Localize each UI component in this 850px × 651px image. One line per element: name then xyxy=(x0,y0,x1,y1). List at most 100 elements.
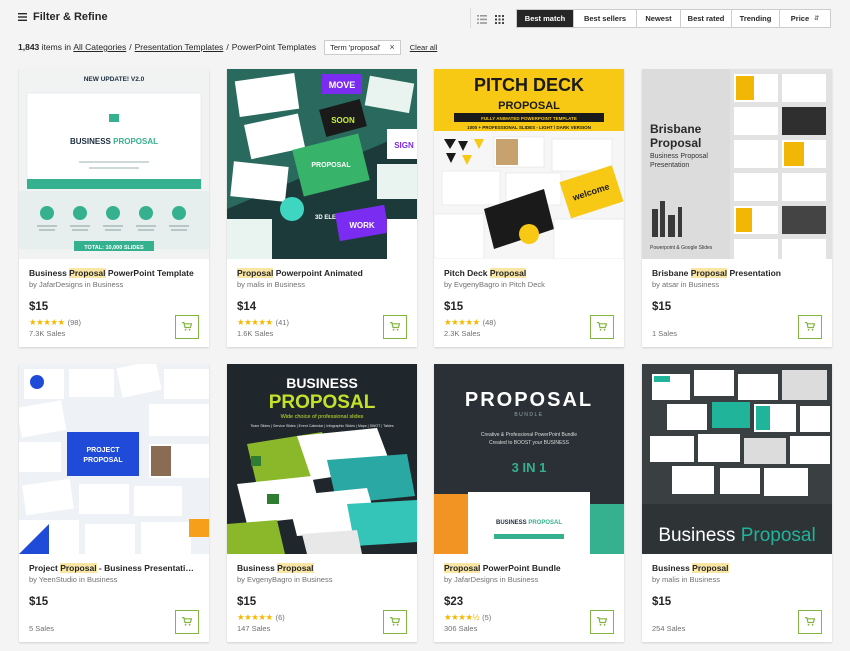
product-sales: 147 Sales xyxy=(237,624,271,633)
product-card[interactable]: MOVE SOON PROPOSAL SIGN 3D ELEMENT WORK … xyxy=(227,69,417,347)
product-card[interactable]: BUSINESS PROPOSAL Wide choice of profess… xyxy=(227,364,417,642)
sort-best-sellers[interactable]: Best sellers xyxy=(574,10,637,27)
svg-text:Business Proposal: Business Proposal xyxy=(658,525,815,546)
add-to-cart-button[interactable] xyxy=(175,315,199,339)
results-count: 1,843 xyxy=(18,42,40,52)
product-card[interactable]: PITCH DECK PROPOSAL FULLY ANIMATED POWER… xyxy=(434,69,624,347)
product-thumbnail[interactable]: PITCH DECK PROPOSAL FULLY ANIMATED POWER… xyxy=(434,69,624,259)
thumb-desc1: Creative & Professional PowerPoint Bundl… xyxy=(481,432,577,438)
product-author[interactable]: by atsar in Business xyxy=(652,280,822,290)
thumb-h2: PROPOSAL xyxy=(269,392,376,413)
thumb-h2: Proposal xyxy=(650,136,701,150)
product-rating: ★★★★★ (48) xyxy=(444,317,496,328)
title-highlight: Proposal xyxy=(444,563,481,573)
product-price: $23 xyxy=(444,596,464,608)
review-count: (41) xyxy=(275,318,289,327)
cart-icon xyxy=(182,613,193,631)
product-title[interactable]: Brisbane Proposal Presentation xyxy=(652,268,822,279)
thumb-bundle: BUNDLE xyxy=(514,412,543,418)
product-thumbnail[interactable]: MOVE SOON PROPOSAL SIGN 3D ELEMENT WORK xyxy=(227,69,417,259)
product-title[interactable]: Proposal PowerPoint Bundle xyxy=(444,563,614,574)
thumb-h1: PROPOSAL xyxy=(465,389,593,411)
product-title[interactable]: Pitch Deck Proposal xyxy=(444,268,614,279)
toolbar-divider xyxy=(470,8,471,28)
review-count: (98) xyxy=(67,318,81,327)
thumb-heading: PITCH DECK xyxy=(474,75,584,95)
remove-term-icon[interactable]: × xyxy=(390,42,395,52)
title-text-post: PowerPoint Template xyxy=(105,268,194,278)
thumb-line2: PROPOSAL xyxy=(83,457,123,464)
sort-best-match[interactable]: Best match xyxy=(517,10,574,27)
product-title[interactable]: Business Proposal xyxy=(652,563,822,574)
product-author[interactable]: by malis in Business xyxy=(652,575,822,585)
product-rating: ★★★★½ (5) xyxy=(444,612,491,623)
title-highlight: Proposal xyxy=(692,563,729,573)
breadcrumb-all-categories[interactable]: All Categories xyxy=(73,42,126,52)
product-card[interactable]: PROJECT PROPOSAL Project Proposal - Busi… xyxy=(19,364,209,642)
add-to-cart-button[interactable] xyxy=(383,610,407,634)
title-highlight: Proposal xyxy=(690,268,728,278)
sort-trending[interactable]: Trending xyxy=(732,10,780,27)
thumb-bp1: BUSINESS xyxy=(496,520,528,526)
title-text-post: PowerPoint Bundle xyxy=(480,563,561,573)
thumb-text-move: MOVE xyxy=(329,80,356,90)
product-card[interactable]: Business Proposal Business Proposal by m… xyxy=(642,364,832,642)
product-author[interactable]: by EvgenyBagro in Pitch Deck xyxy=(444,280,614,290)
thumb-tagline: Wide choice of professional slides xyxy=(281,414,364,420)
product-thumbnail[interactable]: PROJECT PROPOSAL xyxy=(19,364,209,554)
svg-text:BUSINESS PROPOSAL: BUSINESS PROPOSAL xyxy=(70,137,158,146)
thumb-h1: Brisbane xyxy=(650,122,702,136)
title-text-post: Presentation xyxy=(727,268,781,278)
clear-all-link[interactable]: Clear all xyxy=(410,43,438,52)
search-term-chip: Term 'proposal' × xyxy=(324,39,401,55)
thumb-small: Team Slides | Service Slides | Event Cal… xyxy=(250,424,393,428)
product-card[interactable]: NEW UPDATE! V2.0 BUSINESS PROPOSAL TOTAL… xyxy=(19,69,209,347)
filter-refine-button[interactable]: Filter & Refine xyxy=(18,11,108,23)
add-to-cart-button[interactable] xyxy=(590,315,614,339)
product-author[interactable]: by JafarDesigns in Business xyxy=(29,280,199,290)
grid-view-icon[interactable] xyxy=(495,11,504,29)
product-author[interactable]: by YeenStudio in Business xyxy=(29,575,199,585)
product-thumbnail[interactable]: BUSINESS PROPOSAL Wide choice of profess… xyxy=(227,364,417,554)
thumb-footer-text: TOTAL: 10,000 SLIDES xyxy=(84,245,144,251)
star-rating-icon: ★★★★½ xyxy=(444,612,480,622)
product-thumbnail[interactable]: PROPOSAL BUNDLE Creative & Professional … xyxy=(434,364,624,554)
cart-icon xyxy=(597,613,608,631)
product-card[interactable]: PROPOSAL BUNDLE Creative & Professional … xyxy=(434,364,624,642)
product-title[interactable]: Proposal Powerpoint Animated xyxy=(237,268,407,279)
product-author[interactable]: by JafarDesigns in Business xyxy=(444,575,614,585)
add-to-cart-button[interactable] xyxy=(175,610,199,634)
title-highlight: Proposal xyxy=(237,268,274,278)
title-text-post: Powerpoint Animated xyxy=(273,268,363,278)
add-to-cart-button[interactable] xyxy=(798,610,822,634)
product-title[interactable]: Business Proposal PowerPoint Template xyxy=(29,268,199,279)
product-thumbnail[interactable]: NEW UPDATE! V2.0 BUSINESS PROPOSAL TOTAL… xyxy=(19,69,209,259)
thumb-banner-text: NEW UPDATE! V2.0 xyxy=(84,76,145,83)
product-author[interactable]: by malis in Business xyxy=(237,280,407,290)
sort-newest[interactable]: Newest xyxy=(637,10,681,27)
product-price: $15 xyxy=(652,301,672,313)
toolbar: Filter & Refine Best match Best sellers … xyxy=(0,0,850,36)
product-card[interactable]: Brisbane Proposal Business Proposal Pres… xyxy=(642,69,832,347)
product-thumbnail[interactable]: Brisbane Proposal Business Proposal Pres… xyxy=(642,69,832,259)
sort-price[interactable]: Price ⇵ xyxy=(780,10,830,27)
cart-icon xyxy=(390,613,401,631)
add-to-cart-button[interactable] xyxy=(383,315,407,339)
thumb-text-soon: SOON xyxy=(331,116,355,125)
add-to-cart-button[interactable] xyxy=(590,610,614,634)
title-highlight: Proposal xyxy=(277,563,314,573)
breadcrumb-presentation-templates[interactable]: Presentation Templates xyxy=(135,42,224,52)
cart-icon xyxy=(805,318,816,336)
thumb-line-text: 1000 + PROFESSIONAL SLIDES - LIGHT / DAR… xyxy=(467,125,591,130)
star-rating-icon: ★★★★★ xyxy=(444,317,480,327)
add-to-cart-button[interactable] xyxy=(798,315,822,339)
product-title[interactable]: Business Proposal xyxy=(237,563,407,574)
product-title[interactable]: Project Proposal - Business Presentation… xyxy=(29,563,199,574)
product-author[interactable]: by EvgenyBagro in Business xyxy=(237,575,407,585)
product-rating: ★★★★★ (41) xyxy=(237,317,289,328)
list-view-icon[interactable] xyxy=(477,11,487,29)
sort-best-rated[interactable]: Best rated xyxy=(681,10,732,27)
product-thumbnail[interactable]: Business Proposal xyxy=(642,364,832,554)
product-rating: ★★★★★ (6) xyxy=(237,612,285,623)
title-highlight: Proposal xyxy=(60,563,97,573)
